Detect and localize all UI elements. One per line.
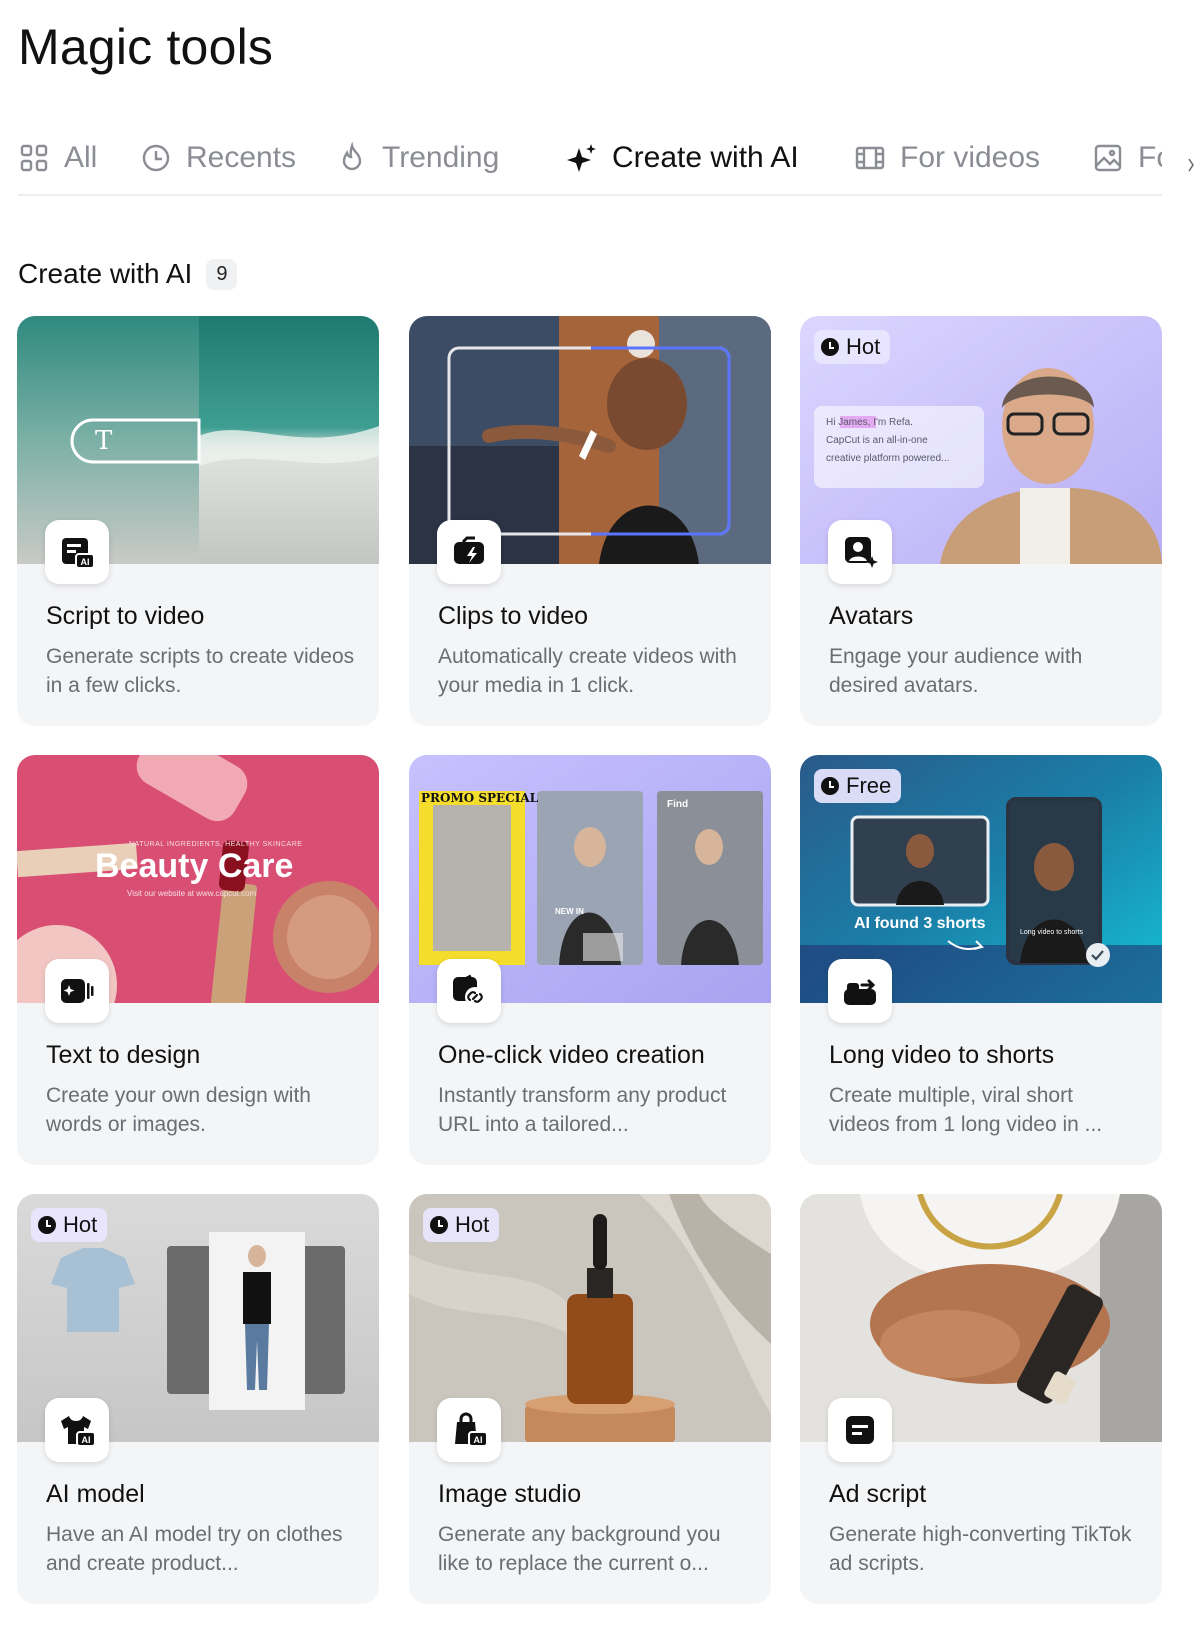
card-icon-box xyxy=(828,959,892,1023)
section-header: Create with AI 9 xyxy=(18,258,238,290)
hot-badge: Hot xyxy=(423,1208,500,1242)
card-icon-box xyxy=(828,520,892,584)
shirt-ai-icon: AI xyxy=(61,1416,95,1447)
design-headline: Beauty Care xyxy=(95,847,294,885)
ai-found-text: AI found 3 shorts xyxy=(854,915,986,932)
clips-flash-icon xyxy=(454,536,484,564)
hot-badge: Hot xyxy=(814,330,891,364)
card-icon-box xyxy=(45,959,109,1023)
clock-icon xyxy=(821,338,839,356)
clock-icon xyxy=(38,1216,56,1234)
card-description: Instantly transform any product URL into… xyxy=(438,1084,727,1136)
card-icon-box xyxy=(828,1398,892,1462)
card-title: One-click video creation xyxy=(438,1041,705,1069)
promo-text: PROMO SPECIAL xyxy=(421,791,539,805)
tab-recents[interactable]: Recents xyxy=(140,120,297,194)
hot-badge: Hot xyxy=(31,1208,108,1242)
bag-ai-icon: AI xyxy=(455,1412,487,1447)
card-icon-box: AI xyxy=(45,1398,109,1462)
active-tab-indicator xyxy=(566,194,799,196)
design-small-bottom: Visit our website at www.capcut.com xyxy=(127,889,257,898)
tab-bar: All Recents Trending Create with AI For … xyxy=(18,120,1162,196)
card-title: Text to design xyxy=(46,1041,201,1069)
clock-icon xyxy=(821,777,839,795)
tool-card-one-click-video-creation[interactable]: PROMO SPECIAL NEW IN Find One-click vide… xyxy=(409,755,771,1165)
image-icon xyxy=(1094,144,1122,172)
card-description: Generate scripts to create videos in a f… xyxy=(46,645,355,697)
avatar-sparkle-icon xyxy=(845,537,878,568)
flame-icon xyxy=(342,142,362,171)
card-icon-box xyxy=(437,959,501,1023)
card-title: Script to video xyxy=(46,602,205,630)
convert-shorts-icon xyxy=(844,979,876,1005)
section-title: Create with AI xyxy=(18,258,193,289)
tool-card-avatars[interactable]: Hi James, I'm Refa. CapCut is an all-in-… xyxy=(800,316,1162,726)
sparkle-icon xyxy=(567,144,596,172)
grid-icon xyxy=(20,144,48,172)
tab-label: Fo xyxy=(1138,141,1162,174)
tool-card-script-to-video[interactable]: T AI Script to video Generate scripts to… xyxy=(17,316,379,726)
card-title: Ad script xyxy=(829,1480,927,1508)
thumbnail-caption: T xyxy=(95,426,113,456)
tool-card-long-video-to-shorts[interactable]: AI found 3 shorts Long video to shorts F… xyxy=(800,755,1162,1165)
clock-icon xyxy=(142,144,170,172)
count-badge: 9 xyxy=(206,258,238,290)
tab-label: Create with AI xyxy=(612,141,799,174)
tab-trending[interactable]: Trending xyxy=(336,120,500,194)
card-description: Engage your audience with desired avatar… xyxy=(829,645,1083,697)
ad-script-icon xyxy=(846,1416,874,1444)
tool-card-text-to-design[interactable]: NATURAL INGREDIENTS, HEALTHY SKINCARE Be… xyxy=(17,755,379,1165)
tool-card-ai-model[interactable]: Hot AI AI model Have an AI model try on … xyxy=(17,1194,379,1604)
card-title: Long video to shorts xyxy=(829,1041,1055,1069)
card-description: Automatically create videos with your me… xyxy=(438,645,737,697)
page-title: Magic tools xyxy=(18,19,274,75)
card-description: Have an AI model try on clothes and crea… xyxy=(46,1523,343,1575)
svg-text:AI: AI xyxy=(474,1435,483,1445)
text-design-icon xyxy=(61,979,94,1003)
card-title: Image studio xyxy=(438,1480,582,1508)
tool-card-image-studio[interactable]: Hot AI Image studio Generate any backgro… xyxy=(409,1194,771,1604)
new-in-text: NEW IN xyxy=(555,907,584,916)
tab-create-with-ai[interactable]: Create with AI xyxy=(566,120,799,196)
card-title: Avatars xyxy=(829,602,914,630)
card-icon-box: AI xyxy=(437,1398,501,1462)
tab-label: Trending xyxy=(382,141,500,174)
svg-text:AI: AI xyxy=(82,1435,91,1445)
card-description: Create multiple, viral short videos from… xyxy=(829,1084,1103,1136)
tab-label: Recents xyxy=(186,141,297,174)
svg-text:AI: AI xyxy=(81,557,90,567)
tab-for-videos[interactable]: For videos xyxy=(854,120,1041,194)
tool-card-ad-script[interactable]: Ad script Generate high-converting TikTo… xyxy=(800,1194,1162,1604)
card-title: AI model xyxy=(46,1480,145,1508)
free-badge: Free xyxy=(814,769,902,803)
card-description: Generate any background you like to repl… xyxy=(438,1523,721,1575)
tab-all[interactable]: All xyxy=(18,120,98,194)
avatar-speech-text: Hi James, I'm Refa. CapCut is an all-in-… xyxy=(826,417,950,464)
chevron-right-icon[interactable] xyxy=(1188,158,1194,172)
clock-icon xyxy=(430,1216,448,1234)
card-icon-box: AI xyxy=(45,520,109,584)
film-icon xyxy=(855,146,885,170)
tool-card-clips-to-video[interactable]: Clips to video Automatically create vide… xyxy=(409,316,771,726)
card-title: Clips to video xyxy=(438,602,589,630)
script-ai-icon: AI xyxy=(62,538,95,569)
card-description: Generate high-converting TikTok ad scrip… xyxy=(829,1523,1132,1575)
tab-label: All xyxy=(64,141,98,174)
card-icon-box xyxy=(437,520,501,584)
find-text: Find xyxy=(667,799,689,810)
long-video-text: Long video to shorts xyxy=(1020,929,1084,936)
tab-for-images[interactable]: Fo xyxy=(1092,120,1162,194)
card-description: Create your own design with words or ima… xyxy=(46,1084,311,1136)
link-video-icon xyxy=(453,974,485,1007)
tab-label: For videos xyxy=(900,141,1041,174)
